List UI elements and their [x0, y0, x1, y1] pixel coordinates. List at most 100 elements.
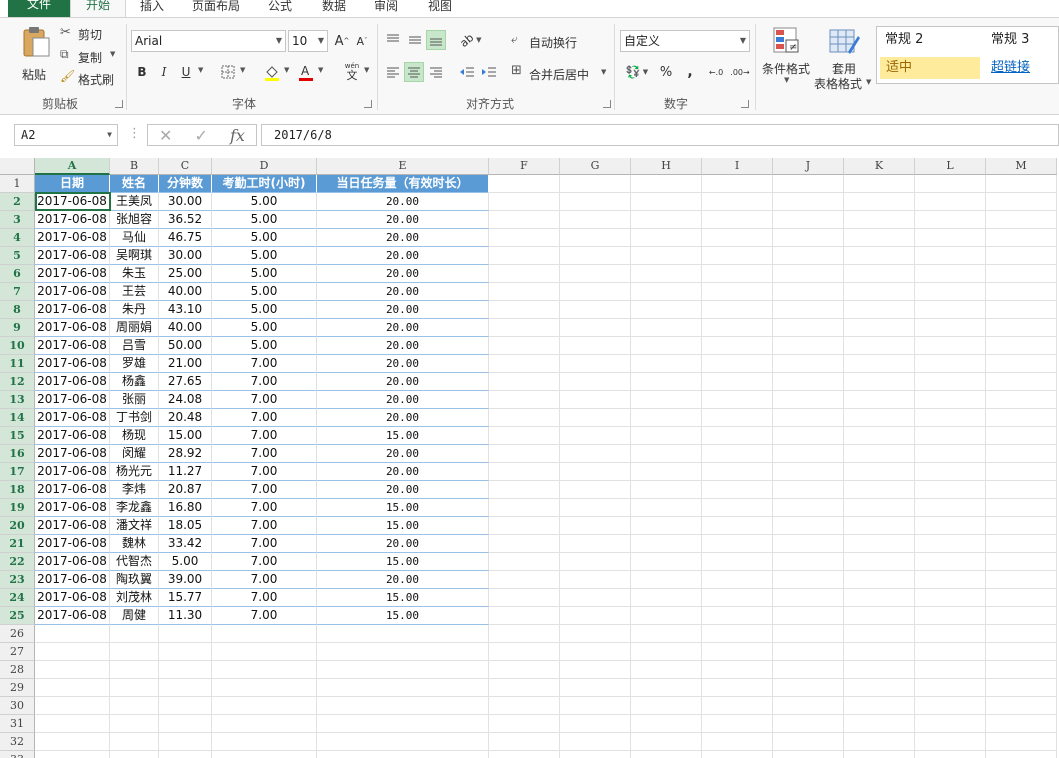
copy-button[interactable]: ⧉ 复制 ▼	[60, 47, 120, 65]
empty-cell[interactable]	[986, 355, 1057, 373]
row-header-32[interactable]: 32	[0, 733, 35, 751]
empty-cell[interactable]	[110, 679, 159, 697]
cell-task-amount[interactable]: 20.00	[317, 337, 489, 355]
empty-cell[interactable]	[915, 661, 986, 679]
borders-dropdown-icon[interactable]: ▼	[240, 66, 245, 74]
cell-attendance-hours[interactable]: 5.00	[212, 265, 317, 283]
cell-task-amount[interactable]: 20.00	[317, 211, 489, 229]
cell-attendance-hours[interactable]: 7.00	[212, 553, 317, 571]
fill-color-icon[interactable]	[262, 62, 282, 82]
increase-decimal-icon[interactable]: ←.0	[706, 62, 726, 82]
cell-task-amount[interactable]: 15.00	[317, 553, 489, 571]
cell-task-amount[interactable]: 20.00	[317, 463, 489, 481]
cell-name[interactable]: 张丽	[110, 391, 159, 409]
empty-cell[interactable]	[844, 463, 915, 481]
font-color-dropdown-icon[interactable]: ▼	[318, 66, 323, 74]
empty-cell[interactable]	[35, 751, 110, 758]
align-top-icon[interactable]	[383, 30, 403, 50]
column-header-d[interactable]: D	[212, 158, 317, 175]
empty-cell[interactable]	[560, 751, 631, 758]
tab-home[interactable]: 开始	[70, 0, 126, 18]
empty-cell[interactable]	[844, 355, 915, 373]
empty-cell[interactable]	[159, 733, 212, 751]
empty-cell[interactable]	[773, 409, 844, 427]
empty-cell[interactable]	[560, 697, 631, 715]
empty-cell[interactable]	[915, 463, 986, 481]
empty-cell[interactable]	[489, 571, 560, 589]
empty-cell[interactable]	[773, 697, 844, 715]
empty-cell[interactable]	[489, 247, 560, 265]
empty-cell[interactable]	[702, 463, 773, 481]
empty-cell[interactable]	[915, 553, 986, 571]
empty-cell[interactable]	[560, 301, 631, 319]
cell-name[interactable]: 杨鑫	[110, 373, 159, 391]
empty-cell[interactable]	[986, 301, 1057, 319]
column-header-e[interactable]: E	[317, 158, 489, 175]
empty-cell[interactable]	[560, 571, 631, 589]
empty-cell[interactable]	[560, 589, 631, 607]
cell-attendance-hours[interactable]: 7.00	[212, 607, 317, 625]
empty-cell[interactable]	[844, 553, 915, 571]
cell-attendance-hours[interactable]: 5.00	[212, 283, 317, 301]
empty-cell[interactable]	[560, 265, 631, 283]
empty-cell[interactable]	[489, 265, 560, 283]
tab-page-layout[interactable]: 页面布局	[186, 0, 246, 18]
empty-cell[interactable]	[631, 427, 702, 445]
empty-cell[interactable]	[631, 481, 702, 499]
empty-cell[interactable]	[560, 337, 631, 355]
row-header-9[interactable]: 9	[0, 319, 35, 337]
empty-cell[interactable]	[631, 355, 702, 373]
empty-cell[interactable]	[844, 247, 915, 265]
empty-cell[interactable]	[317, 679, 489, 697]
empty-cell[interactable]	[986, 373, 1057, 391]
row-header-23[interactable]: 23	[0, 571, 35, 589]
cell-date[interactable]: 2017-06-08	[35, 391, 110, 409]
empty-cell[interactable]	[986, 265, 1057, 283]
empty-cell[interactable]	[702, 535, 773, 553]
empty-cell[interactable]	[631, 391, 702, 409]
cell-date[interactable]: 2017-06-08	[35, 193, 110, 211]
bold-button[interactable]: B	[132, 62, 152, 82]
empty-cell[interactable]	[489, 355, 560, 373]
empty-cell[interactable]	[844, 319, 915, 337]
empty-cell[interactable]	[110, 751, 159, 758]
cell-date[interactable]: 2017-06-08	[35, 607, 110, 625]
empty-cell[interactable]	[560, 427, 631, 445]
more-options-icon[interactable]: ⋮	[128, 126, 141, 141]
empty-cell[interactable]	[915, 247, 986, 265]
empty-cell[interactable]	[773, 733, 844, 751]
row-header-5[interactable]: 5	[0, 247, 35, 265]
cell-attendance-hours[interactable]: 7.00	[212, 589, 317, 607]
empty-cell[interactable]	[560, 607, 631, 625]
empty-cell[interactable]	[773, 301, 844, 319]
cell-minutes[interactable]: 30.00	[159, 193, 212, 211]
empty-cell[interactable]	[986, 463, 1057, 481]
cell-attendance-hours[interactable]: 7.00	[212, 355, 317, 373]
empty-cell[interactable]	[560, 355, 631, 373]
empty-cell[interactable]	[773, 661, 844, 679]
empty-cell[interactable]	[915, 751, 986, 758]
empty-cell[interactable]	[489, 499, 560, 517]
empty-cell[interactable]	[986, 571, 1057, 589]
empty-cell[interactable]	[844, 733, 915, 751]
empty-cell[interactable]	[844, 445, 915, 463]
empty-cell[interactable]	[844, 679, 915, 697]
empty-cell[interactable]	[212, 625, 317, 643]
enter-icon[interactable]: ✓	[195, 126, 208, 145]
cell-task-amount[interactable]: 20.00	[317, 319, 489, 337]
cell-minutes[interactable]: 30.00	[159, 247, 212, 265]
column-header-b[interactable]: B	[110, 158, 159, 175]
cell-task-amount[interactable]: 20.00	[317, 571, 489, 589]
empty-cell[interactable]	[986, 337, 1057, 355]
empty-cell[interactable]	[159, 715, 212, 733]
cut-button[interactable]: ✂ 剪切	[60, 25, 110, 43]
empty-cell[interactable]	[489, 715, 560, 733]
empty-cell[interactable]	[702, 625, 773, 643]
cell-name[interactable]: 罗雄	[110, 355, 159, 373]
empty-cell[interactable]	[986, 247, 1057, 265]
empty-cell[interactable]	[489, 283, 560, 301]
cell-attendance-hours[interactable]: 5.00	[212, 319, 317, 337]
empty-cell[interactable]	[159, 643, 212, 661]
empty-cell[interactable]	[702, 733, 773, 751]
cell-date[interactable]: 2017-06-08	[35, 211, 110, 229]
